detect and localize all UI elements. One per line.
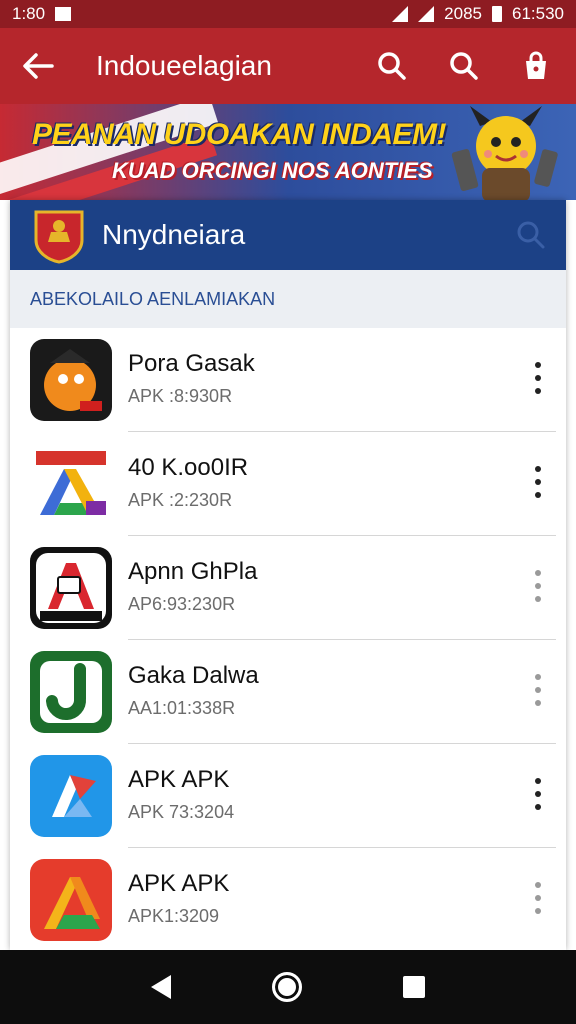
nav-back-icon[interactable] <box>150 975 171 999</box>
app-meta: AA1:01:338R <box>128 698 236 718</box>
app-name: Pora Gasak <box>128 350 255 377</box>
search-alt-button[interactable] <box>442 44 486 88</box>
pora-app-icon <box>30 339 112 421</box>
search-icon <box>450 52 478 80</box>
status-bar: 1:80 2085 61:530 <box>0 0 576 28</box>
list-item[interactable]: APK APK APK1:3209 <box>10 848 566 952</box>
app-meta: APK 73:3204 <box>128 802 235 822</box>
app-name: Apnn GhPla <box>128 558 258 585</box>
more-options-icon[interactable] <box>528 670 548 710</box>
more-options-icon[interactable] <box>528 566 548 606</box>
list-item[interactable]: Apnn GhPla AP6:93:230R <box>10 536 566 640</box>
search-button[interactable] <box>370 44 414 88</box>
wifi-icon <box>392 6 409 22</box>
app-meta: APK :2:230R <box>128 490 233 510</box>
app-name: Gaka Dalwa <box>128 662 259 689</box>
more-options-icon[interactable] <box>528 358 548 398</box>
red-triangle-app-icon <box>30 859 112 941</box>
back-button[interactable] <box>18 46 58 86</box>
app-name: 40 K.oo0IR <box>128 454 249 481</box>
app-meta: APK1:3209 <box>128 906 220 926</box>
banner-headline: PEANAN UDOAKAN INDAEM! <box>32 118 447 151</box>
app-name: APK APK <box>128 766 230 793</box>
more-options-icon[interactable] <box>528 774 548 814</box>
list-item[interactable]: Gaka Dalwa AA1:01:338R <box>10 640 566 744</box>
status-time: 1:80 <box>12 4 46 23</box>
status-clock: 61:530 <box>512 4 564 23</box>
nav-home-icon[interactable] <box>271 972 302 1002</box>
app-meta: APK :8:930R <box>128 386 233 406</box>
section-header: ABEKOLAILO AENLAMIAKAN <box>10 270 566 328</box>
arrow-left-icon <box>23 53 54 79</box>
list-item[interactable]: APK APK APK 73:3204 <box>10 744 566 848</box>
bag-icon <box>526 51 546 79</box>
app-list: Pora Gasak APK :8:930R 40 K.oo0IR APK :2… <box>10 328 566 952</box>
mascot-icon <box>451 106 558 200</box>
search-icon <box>378 52 406 80</box>
more-options-icon[interactable] <box>528 878 548 918</box>
more-options-icon[interactable] <box>528 462 548 502</box>
app-name: APK APK <box>128 870 230 897</box>
green-j-app-icon <box>30 651 112 733</box>
nav-recents-icon[interactable] <box>403 976 426 998</box>
app-meta: AP6:93:230R <box>128 594 236 614</box>
crest-logo-icon <box>34 210 84 264</box>
list-item[interactable]: Pora Gasak APK :8:930R <box>10 328 566 432</box>
panel-title: Nnydneiara <box>102 219 246 250</box>
photo-notification-icon <box>55 7 72 21</box>
status-extra: 2085 <box>444 4 482 23</box>
app-bar: Indoueelagian <box>0 28 576 104</box>
battery-icon <box>492 6 502 22</box>
panel-header: Nnydneiara <box>10 200 566 270</box>
app-title: Indoueelagian <box>96 50 272 81</box>
drive-colored-app-icon <box>30 443 112 525</box>
system-nav-bar <box>0 950 576 1024</box>
banner-subline: KUAD ORCINGI NOS AONTIES <box>112 158 433 183</box>
app-list-panel: Nnydneiara ABEKOLAILO AENLAMIAKAN Pora G… <box>10 200 566 950</box>
aspoc-app-icon <box>30 547 112 629</box>
list-item[interactable]: 40 K.oo0IR APK :2:230R <box>10 432 566 536</box>
search-icon[interactable] <box>516 220 546 250</box>
signal-icon <box>418 6 435 22</box>
promo-banner[interactable]: PEANAN UDOAKAN INDAEM! KUAD ORCINGI NOS … <box>0 104 576 200</box>
blue-arrow-app-icon <box>30 755 112 837</box>
share-button[interactable] <box>514 44 558 88</box>
